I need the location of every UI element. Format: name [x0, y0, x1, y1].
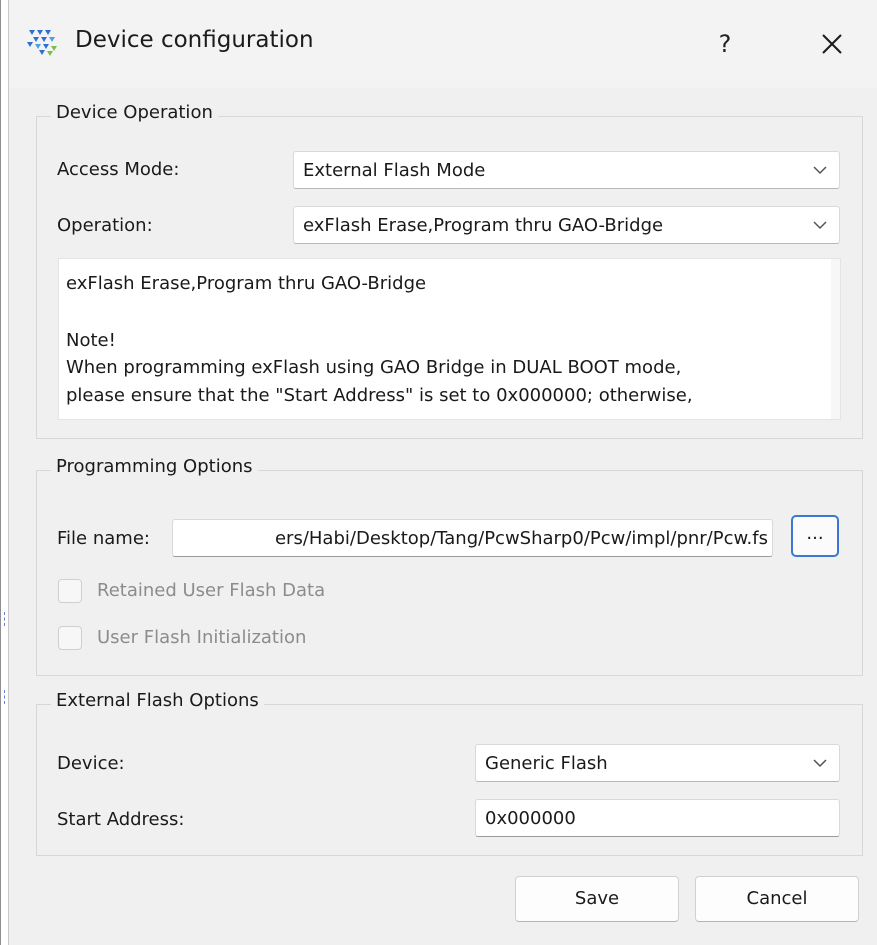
file-name-input[interactable]: ers/Habi/Desktop/Tang/PcwSharp0/Pcw/impl… — [172, 519, 773, 557]
access-mode-select[interactable]: External Flash Mode — [293, 151, 840, 189]
cancel-button[interactable]: Cancel — [695, 876, 859, 922]
description-line: Note! — [66, 330, 116, 351]
start-address-label: Start Address: — [57, 809, 185, 830]
start-address-value: 0x000000 — [485, 808, 576, 829]
operation-value: exFlash Erase,Program thru GAO-Bridge — [303, 215, 664, 236]
edge-marker — [4, 690, 6, 704]
device-label: Device: — [57, 753, 125, 774]
file-name-label: File name: — [57, 528, 150, 549]
close-button[interactable] — [805, 18, 859, 70]
browse-file-button[interactable]: ... — [791, 515, 839, 557]
device-configuration-dialog: Device configuration ? Device Operation … — [0, 0, 877, 945]
access-mode-label: Access Mode: — [57, 159, 180, 180]
description-line: please ensure that the "Start Address" i… — [66, 385, 693, 406]
save-button[interactable]: Save — [515, 876, 679, 922]
group-title: External Flash Options — [51, 690, 264, 711]
title-bar: Device configuration ? — [9, 0, 877, 88]
operation-select[interactable]: exFlash Erase,Program thru GAO-Bridge — [293, 206, 840, 244]
operation-label: Operation: — [57, 215, 153, 236]
access-mode-value: External Flash Mode — [303, 160, 486, 181]
external-flash-options-group: External Flash Options Device: Generic F… — [36, 690, 863, 856]
group-title: Programming Options — [51, 456, 258, 477]
gowin-logo-icon — [25, 26, 61, 58]
file-name-value: ers/Habi/Desktop/Tang/PcwSharp0/Pcw/impl… — [274, 528, 768, 549]
retained-user-flash-label: Retained User Flash Data — [97, 580, 326, 601]
description-line: When programming exFlash using GAO Bridg… — [66, 357, 682, 378]
window-edge — [1, 0, 9, 945]
help-button[interactable]: ? — [705, 24, 745, 64]
programming-options-group: Programming Options File name: ers/Habi/… — [36, 456, 863, 676]
description-scrollbar[interactable] — [831, 259, 840, 419]
chevron-down-icon — [813, 221, 827, 230]
flash-device-value: Generic Flash — [485, 753, 608, 774]
user-flash-init-checkbox[interactable] — [58, 626, 82, 650]
chevron-down-icon — [813, 759, 827, 768]
device-operation-group: Device Operation Access Mode: External F… — [36, 102, 863, 439]
chevron-down-icon — [813, 166, 827, 175]
flash-device-select[interactable]: Generic Flash — [475, 744, 840, 782]
user-flash-init-label: User Flash Initialization — [97, 627, 307, 648]
group-title: Device Operation — [51, 102, 218, 123]
edge-marker — [4, 612, 6, 626]
start-address-input[interactable]: 0x000000 — [475, 799, 840, 837]
window-title: Device configuration — [75, 27, 314, 53]
close-icon — [822, 34, 842, 54]
description-line: exFlash Erase,Program thru GAO-Bridge — [66, 273, 427, 294]
operation-description[interactable]: exFlash Erase,Program thru GAO-Bridge No… — [58, 258, 841, 420]
retained-user-flash-checkbox[interactable] — [58, 579, 82, 603]
